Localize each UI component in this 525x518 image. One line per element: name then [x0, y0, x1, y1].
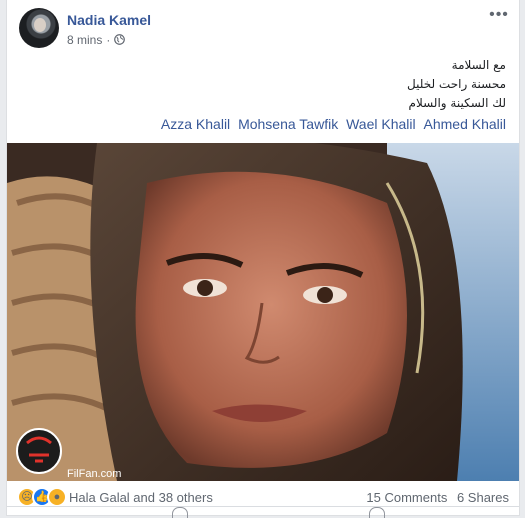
post-header: Nadia Kamel 8 mins · ••• — [19, 7, 509, 50]
more-options-icon[interactable]: ••• — [489, 7, 509, 26]
post-text-line: لك السكينة والسلام — [408, 96, 506, 110]
tag-link[interactable]: Wael Khalil — [346, 116, 416, 132]
wow-icon: ● — [47, 487, 67, 507]
engagement-bar: ☹ 👍 ● Hala Galal and 38 others 15 Commen… — [17, 487, 509, 507]
post-photo[interactable]: FilFan.com — [7, 143, 519, 481]
comments-count[interactable]: 15 Comments — [366, 490, 447, 505]
portrait-image: FilFan.com — [7, 143, 519, 481]
filfan-logo — [16, 428, 62, 474]
tagged-people: Azza Khalil Mohsena Tawfik Wael Khalil A… — [157, 116, 506, 132]
meta-separator: · — [106, 33, 111, 47]
author-name[interactable]: Nadia Kamel — [67, 12, 151, 28]
post-text-line: مع السلامة — [451, 58, 506, 72]
globe-icon[interactable] — [114, 34, 126, 45]
post-text: مع السلامة محسنة راحت لخليل لك السكينة و… — [407, 56, 506, 113]
share-action-icon[interactable] — [369, 507, 385, 518]
post-timestamp[interactable]: 8 mins — [67, 33, 102, 47]
tag-link[interactable]: Ahmed Khalil — [424, 116, 507, 132]
post-card: Nadia Kamel 8 mins · ••• مع السلامة محسنة… — [6, 0, 520, 518]
avatar[interactable] — [19, 8, 59, 48]
tag-link[interactable]: Azza Khalil — [161, 116, 230, 132]
shares-count[interactable]: 6 Shares — [457, 490, 509, 505]
reaction-names[interactable]: Hala Galal and 38 others — [69, 490, 213, 505]
action-divider — [7, 506, 519, 507]
watermark-text: FilFan.com — [67, 468, 121, 480]
comment-action-icon[interactable] — [172, 507, 188, 518]
post-meta: 8 mins · — [67, 33, 126, 47]
post-text-line: محسنة راحت لخليل — [407, 77, 506, 91]
engagement-counts: 15 Comments 6 Shares — [360, 490, 509, 505]
tag-link[interactable]: Mohsena Tawfik — [238, 116, 338, 132]
